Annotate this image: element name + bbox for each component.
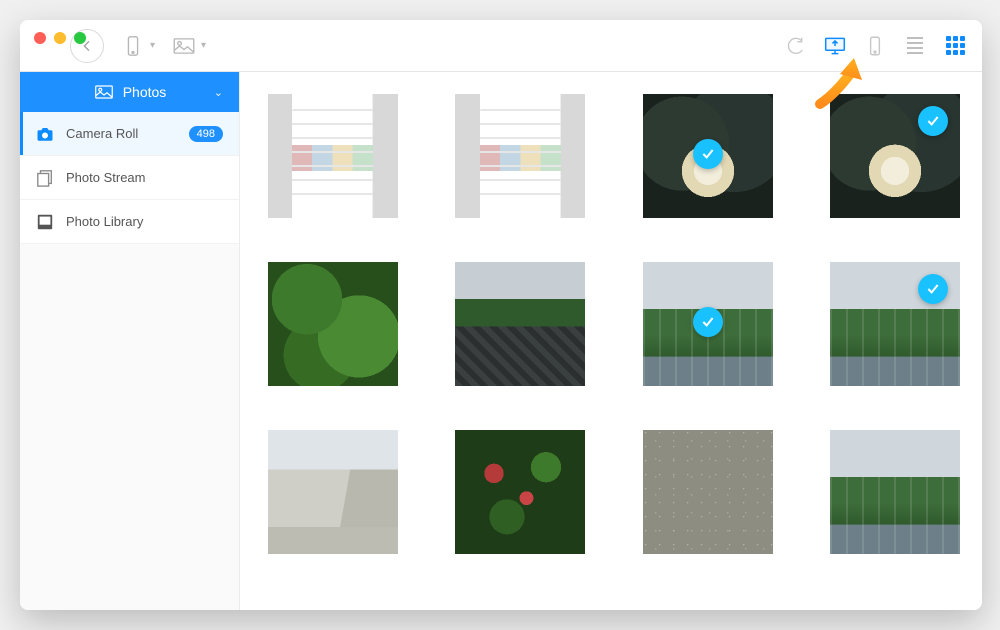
export-to-computer-button[interactable]: [824, 35, 846, 57]
sidebar-item-photo-library[interactable]: Photo Library: [20, 200, 239, 244]
thumbnail-image: [830, 430, 960, 554]
photo-thumbnail[interactable]: [268, 262, 398, 386]
photo-thumbnail[interactable]: [830, 430, 960, 554]
thumbnail-image: [268, 262, 398, 386]
list-view-button[interactable]: [904, 35, 926, 57]
thumbnail-image: [268, 430, 398, 554]
app-window: ▾ ▾: [20, 20, 982, 610]
chevron-down-icon: ▾: [150, 40, 155, 51]
selected-check-icon: [693, 139, 723, 169]
thumbnail-image: [268, 94, 398, 218]
category-picker[interactable]: ▾: [173, 35, 206, 57]
zoom-window-icon[interactable]: [74, 32, 86, 44]
thumbnail-image: [455, 430, 585, 554]
window-controls: [34, 32, 86, 44]
photo-thumbnail[interactable]: [268, 430, 398, 554]
sidebar-title: Photos: [123, 84, 167, 100]
stack-icon: [36, 169, 54, 187]
photo-grid-area: [240, 72, 982, 610]
sidebar-header[interactable]: Photos ⌄: [20, 72, 239, 112]
thumbnail-image: [455, 262, 585, 386]
sidebar-item-label: Camera Roll: [66, 126, 138, 141]
picture-icon: [93, 81, 115, 103]
refresh-icon[interactable]: [784, 35, 806, 57]
toolbar: ▾ ▾: [20, 20, 982, 72]
count-badge: 498: [189, 126, 223, 142]
photo-thumbnail[interactable]: [643, 430, 773, 554]
export-to-device-button[interactable]: [864, 35, 886, 57]
photo-thumbnail[interactable]: [643, 94, 773, 218]
sidebar: Photos ⌄ Camera Roll 498 Photo Stream: [20, 72, 240, 610]
thumbnail-image: [643, 430, 773, 554]
grid-view-button[interactable]: [944, 35, 966, 57]
sidebar-item-camera-roll[interactable]: Camera Roll 498: [20, 112, 239, 156]
photo-thumbnail[interactable]: [643, 262, 773, 386]
photo-grid: [262, 94, 976, 554]
close-window-icon[interactable]: [34, 32, 46, 44]
sidebar-item-label: Photo Stream: [66, 170, 146, 185]
device-icon: [122, 35, 144, 57]
chevron-down-icon: ▾: [201, 40, 206, 51]
device-picker[interactable]: ▾: [122, 35, 155, 57]
picture-icon: [173, 35, 195, 57]
photo-thumbnail[interactable]: [455, 430, 585, 554]
photo-thumbnail[interactable]: [455, 262, 585, 386]
minimize-window-icon[interactable]: [54, 32, 66, 44]
photo-thumbnail[interactable]: [830, 94, 960, 218]
photo-thumbnail[interactable]: [455, 94, 585, 218]
chevron-down-icon: ⌄: [214, 86, 223, 99]
photo-thumbnail[interactable]: [268, 94, 398, 218]
thumbnail-image: [455, 94, 585, 218]
sidebar-item-photo-stream[interactable]: Photo Stream: [20, 156, 239, 200]
photo-thumbnail[interactable]: [830, 262, 960, 386]
polaroid-icon: [36, 213, 54, 231]
selected-check-icon: [693, 307, 723, 337]
sidebar-item-label: Photo Library: [66, 214, 143, 229]
camera-icon: [36, 125, 54, 143]
